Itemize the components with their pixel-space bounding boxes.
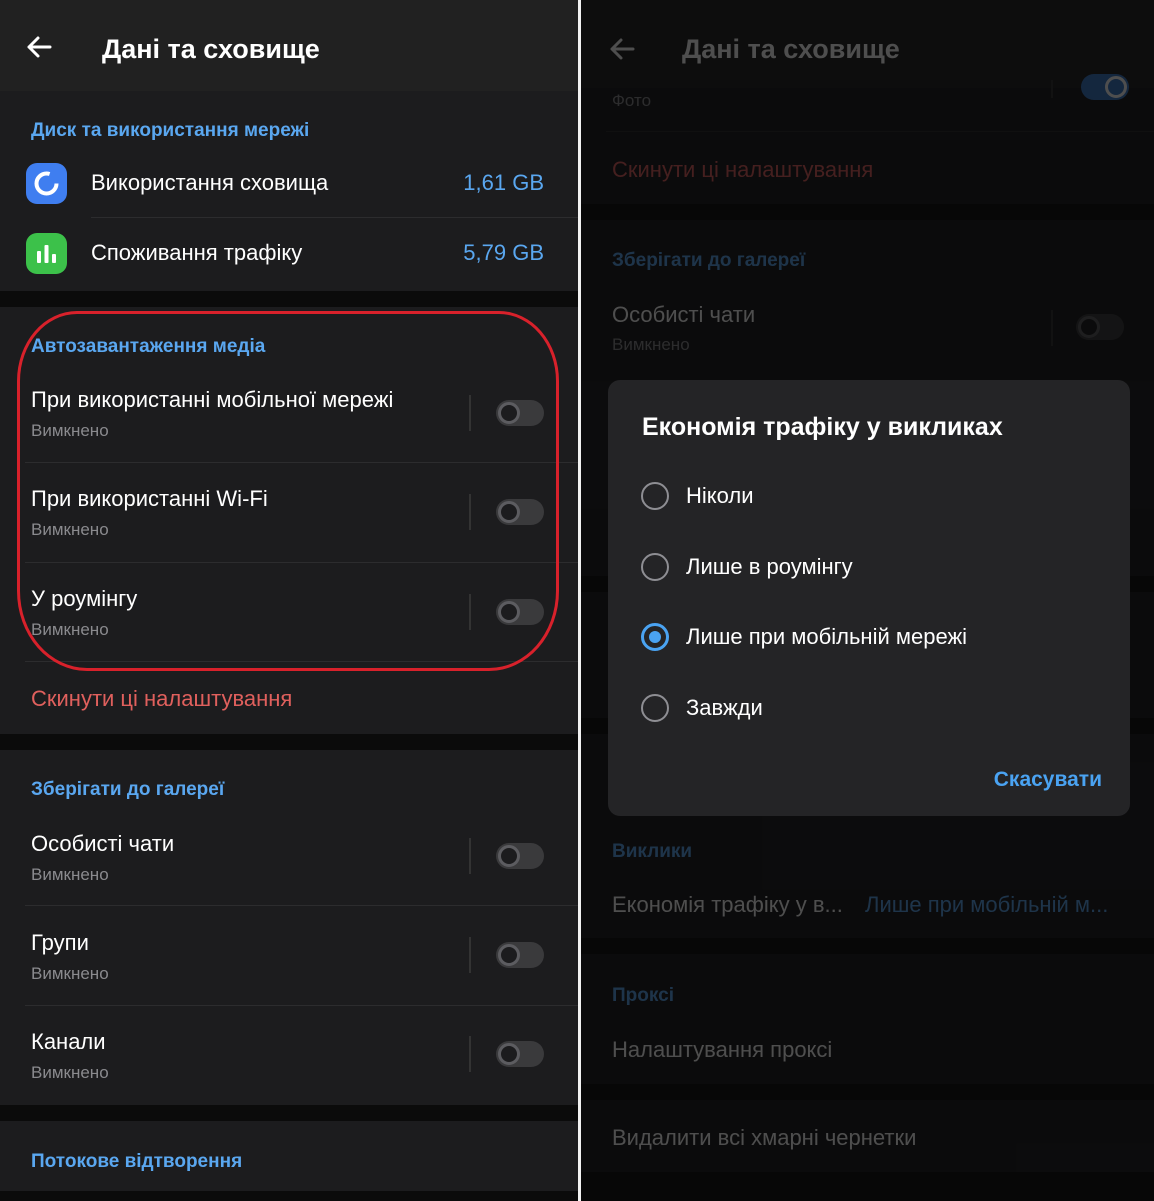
row-status: Вимкнено [31,865,109,884]
radio-unchecked-icon[interactable] [641,482,669,510]
autodownload-roaming-toggle[interactable] [496,599,544,625]
vertical-divider [469,1036,471,1072]
right-screen: Дані та сховище Фото Скинути ці налаштув… [581,0,1154,1201]
app-bar: Дані та сховище [0,0,578,91]
option-never[interactable]: Ніколи [608,466,1130,526]
option-roaming-only[interactable]: Лише в роумінгу [608,537,1130,597]
divider [91,217,578,218]
left-screen: Дані та сховище Диск та використання мер… [0,0,578,1201]
row-title: Групи [31,930,89,955]
row-status: Вимкнено [31,620,109,639]
row-title: При використанні Wi-Fi [31,486,268,511]
traffic-usage-value: 5,79 GB [463,240,544,265]
gallery-private-chats-toggle[interactable] [496,843,544,869]
row-title: У роумінгу [31,586,138,611]
divider [25,1005,578,1006]
vertical-divider [469,594,471,630]
radio-unchecked-icon[interactable] [641,694,669,722]
vertical-divider [469,494,471,530]
vertical-divider [469,838,471,874]
row-status: Вимкнено [31,421,109,440]
option-mobile-only[interactable]: Лише при мобільній мережі [608,607,1130,667]
bar-chart-icon [26,233,67,274]
divider [25,562,578,563]
storage-pie-icon [26,163,67,204]
option-label: Завжди [686,695,763,720]
row-status: Вимкнено [31,520,109,539]
traffic-usage-label: Споживання трафіку [91,240,303,265]
page-title: Дані та сховище [102,34,320,64]
gallery-channels-toggle[interactable] [496,1041,544,1067]
row-status: Вимкнено [31,964,109,983]
autodownload-wifi-toggle[interactable] [496,499,544,525]
option-always[interactable]: Завжди [608,678,1130,738]
option-label: Лише при мобільній мережі [686,624,968,649]
gallery-section-header: Зберігати до галереї [31,779,225,800]
storage-usage-row[interactable]: Використання сховища 1,61 GB [0,151,578,217]
gallery-channels-row[interactable]: Канали Вимкнено [0,1009,578,1105]
autodownload-wifi-row[interactable]: При використанні Wi-Fi Вимкнено [0,467,578,563]
disk-section-header: Диск та використання мережі [31,120,310,141]
autodownload-section-header: Автозавантаження медіа [31,336,266,357]
row-title: При використанні мобільної мережі [31,387,394,412]
vertical-divider [469,937,471,973]
vertical-divider [469,395,471,431]
storage-usage-value: 1,61 GB [463,170,544,195]
autodownload-roaming-row[interactable]: У роумінгу Вимкнено [0,567,578,663]
radio-checked-icon[interactable] [641,623,669,651]
gallery-groups-row[interactable]: Групи Вимкнено [0,910,578,1006]
row-status: Вимкнено [31,1063,109,1082]
streaming-section: Потокове відтворення [0,1121,578,1191]
back-arrow-icon[interactable] [24,32,54,62]
option-label: Лише в роумінгу [686,554,853,579]
dialog-title: Економія трафіку у викликах [642,413,1003,441]
save-to-gallery-section: Зберігати до галереї Особисті чати Вимкн… [0,750,578,1105]
reset-settings-button[interactable]: Скинути ці налаштування [31,686,292,712]
gallery-groups-toggle[interactable] [496,942,544,968]
divider [25,462,578,463]
divider [25,661,578,662]
autodownload-mobile-row[interactable]: При використанні мобільної мережі Вимкне… [0,367,578,463]
gallery-private-chats-row[interactable]: Особисті чати Вимкнено [0,810,578,906]
row-title: Канали [31,1029,106,1054]
cancel-button[interactable]: Скасувати [994,768,1102,792]
streaming-section-header: Потокове відтворення [31,1151,243,1172]
call-data-saving-dialog: Економія трафіку у викликах Ніколи Лише … [608,380,1130,816]
row-title: Особисті чати [31,831,175,856]
divider [25,905,578,906]
autodownload-mobile-toggle[interactable] [496,400,544,426]
traffic-usage-row[interactable]: Споживання трафіку 5,79 GB [0,221,578,287]
radio-unchecked-icon[interactable] [641,553,669,581]
autodownload-section: Автозавантаження медіа При використанні … [0,307,578,734]
option-label: Ніколи [686,483,754,508]
disk-section: Диск та використання мережі Використання… [0,91,578,291]
storage-usage-label: Використання сховища [91,170,329,195]
